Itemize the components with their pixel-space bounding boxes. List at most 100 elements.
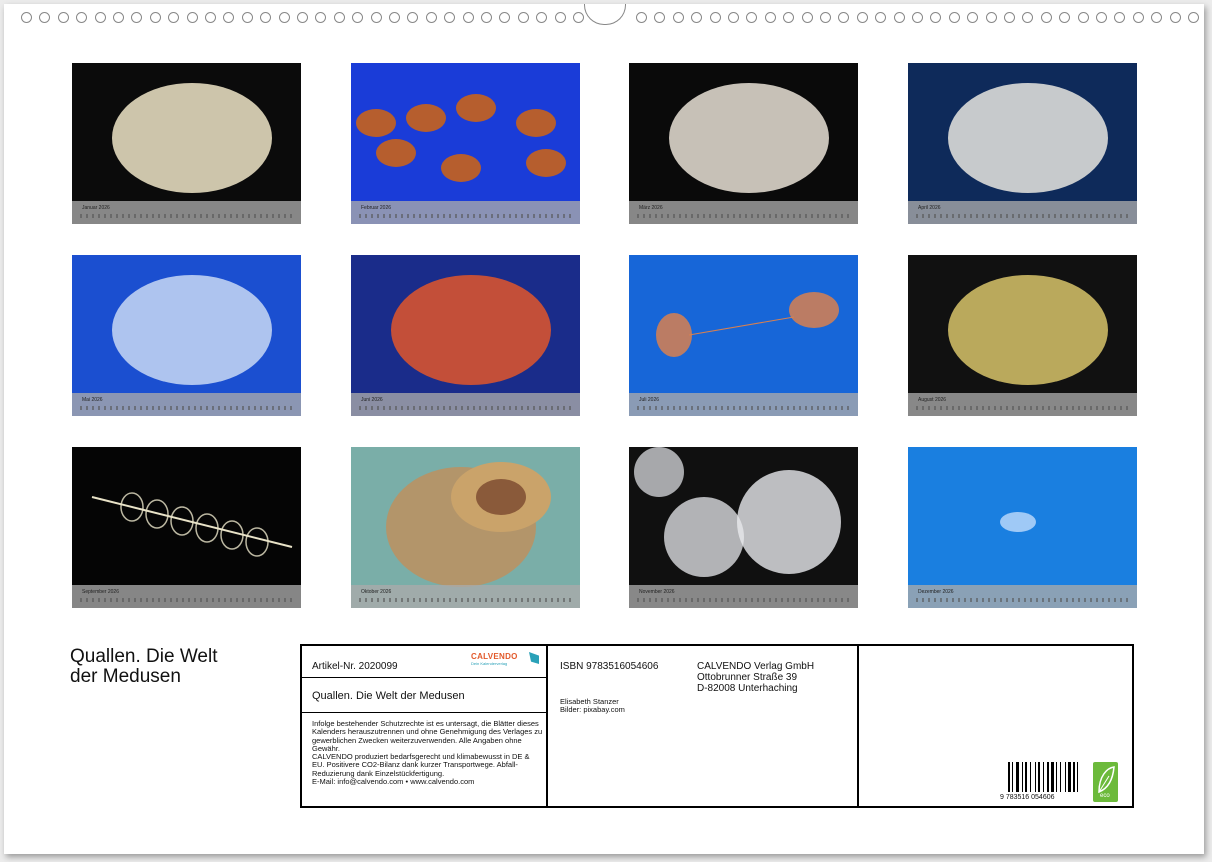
day-row (80, 214, 293, 218)
month-thumbnail: August 2026 (908, 255, 1137, 416)
month-strip: Juni 2026 (351, 393, 580, 416)
siphonophore-icon (91, 492, 293, 557)
binding-hole (297, 12, 308, 23)
binding-hole (746, 12, 758, 23)
barcode-bar (1016, 762, 1020, 792)
binding-hole (241, 12, 253, 23)
barcode: 9 783516 054606 (1000, 762, 1079, 801)
info-box: Artikel-Nr. 2020099 CALVENDO Dein Kalend… (300, 644, 1134, 808)
binding-hole (1077, 12, 1089, 23)
binding-hole (1188, 12, 1199, 23)
binding-hole (573, 12, 584, 23)
isbn: ISBN 9783516054606 (560, 661, 659, 672)
eco-label: eco (1100, 793, 1110, 799)
binding-hole (21, 12, 32, 23)
binding-hole (168, 12, 180, 23)
binding-hole (1022, 12, 1034, 23)
barcode-bar (1046, 762, 1049, 792)
binding-hole (967, 12, 979, 23)
binding-hole (893, 12, 905, 23)
day-row (80, 598, 293, 602)
binding-hole (728, 12, 739, 23)
day-row (637, 214, 850, 218)
binding-hole (709, 12, 721, 23)
binding-hole (205, 12, 216, 23)
binding-hole (636, 12, 647, 23)
jellyfish-pair-icon (656, 292, 839, 357)
binding-hole (691, 12, 703, 23)
calvendo-logo: CALVENDO Dein Kalenderverlag (471, 652, 539, 668)
month-thumbnail: April 2026 (908, 63, 1137, 224)
day-row (916, 598, 1129, 602)
day-row (359, 406, 572, 410)
binding-hole (820, 12, 831, 23)
month-label: Juli 2026 (639, 397, 660, 403)
binding-hole (444, 12, 456, 23)
month-strip: März 2026 (629, 201, 858, 224)
barcode-bar (1073, 762, 1075, 792)
binding-hole (370, 12, 382, 23)
binding-hole (801, 12, 813, 23)
month-label: Mai 2026 (82, 397, 103, 403)
barcode-bar (1064, 762, 1066, 792)
box-title: Quallen. Die Welt der Medusen (312, 690, 465, 702)
binding-hole (333, 12, 345, 23)
moon-jelly-icon (1000, 512, 1036, 532)
month-thumbnail: November 2026 (629, 447, 858, 608)
month-label: April 2026 (918, 205, 941, 211)
month-thumbnail: Januar 2026 (72, 63, 301, 224)
binding-hole (536, 12, 548, 23)
barcode-bar (1056, 762, 1058, 792)
month-thumbnail: Mai 2026 (72, 255, 301, 416)
barcode-number: 9 783516 054606 (1000, 794, 1055, 801)
binding-hole (985, 12, 997, 23)
month-thumbnail: Oktober 2026 (351, 447, 580, 608)
binding-hole (94, 12, 106, 23)
divider (546, 646, 548, 806)
month-label: März 2026 (639, 205, 663, 211)
binding-hole (260, 12, 272, 23)
month-label: Dezember 2026 (918, 589, 954, 595)
month-thumbnail: September 2026 (72, 447, 301, 608)
binding-hole (948, 12, 960, 23)
month-strip: April 2026 (908, 201, 1137, 224)
month-label: Februar 2026 (361, 205, 392, 211)
legal-notice: Infolge bestehender Schutzrechte ist es … (312, 719, 543, 787)
binding-hole (315, 12, 327, 23)
barcode-bar (1067, 762, 1071, 792)
day-row (916, 214, 1129, 218)
binding-hole (1169, 12, 1181, 23)
month-strip: Juli 2026 (629, 393, 858, 416)
binding-hole (875, 12, 887, 23)
barcode-bar (1051, 762, 1054, 792)
month-thumbnail: Juli 2026 (629, 255, 858, 416)
barcode-bar (1060, 762, 1062, 792)
publisher-name: CALVENDO Verlag GmbH (697, 661, 815, 672)
barcode-bar (1024, 762, 1027, 792)
binding-hole (76, 12, 88, 23)
barcode-bar (1030, 762, 1031, 792)
jellyfish-icon (669, 83, 829, 193)
moon-jelly-icon (634, 447, 841, 577)
binding-hole (654, 12, 666, 23)
binding-hole (352, 12, 364, 23)
fried-egg-jelly-icon (386, 462, 551, 587)
binding-hole (517, 12, 529, 23)
month-strip: November 2026 (629, 585, 858, 608)
divider (302, 677, 546, 678)
binding-hole (912, 12, 923, 23)
month-thumbnail: Dezember 2026 (908, 447, 1137, 608)
binding-hole (481, 12, 492, 23)
barcode-bar (1038, 762, 1041, 792)
binding-hole (764, 12, 776, 23)
month-thumbnail: März 2026 (629, 63, 858, 224)
sea-nettle-icon (356, 94, 566, 182)
barcode-bar (1012, 762, 1014, 792)
logo-name: CALVENDO (471, 652, 518, 661)
eco-badge: eco (1093, 762, 1118, 802)
binding-hole (554, 12, 566, 23)
month-strip: Februar 2026 (351, 201, 580, 224)
month-thumbnail: Juni 2026 (351, 255, 580, 416)
binding-hole (223, 12, 235, 23)
barcode-bar (1008, 762, 1010, 792)
